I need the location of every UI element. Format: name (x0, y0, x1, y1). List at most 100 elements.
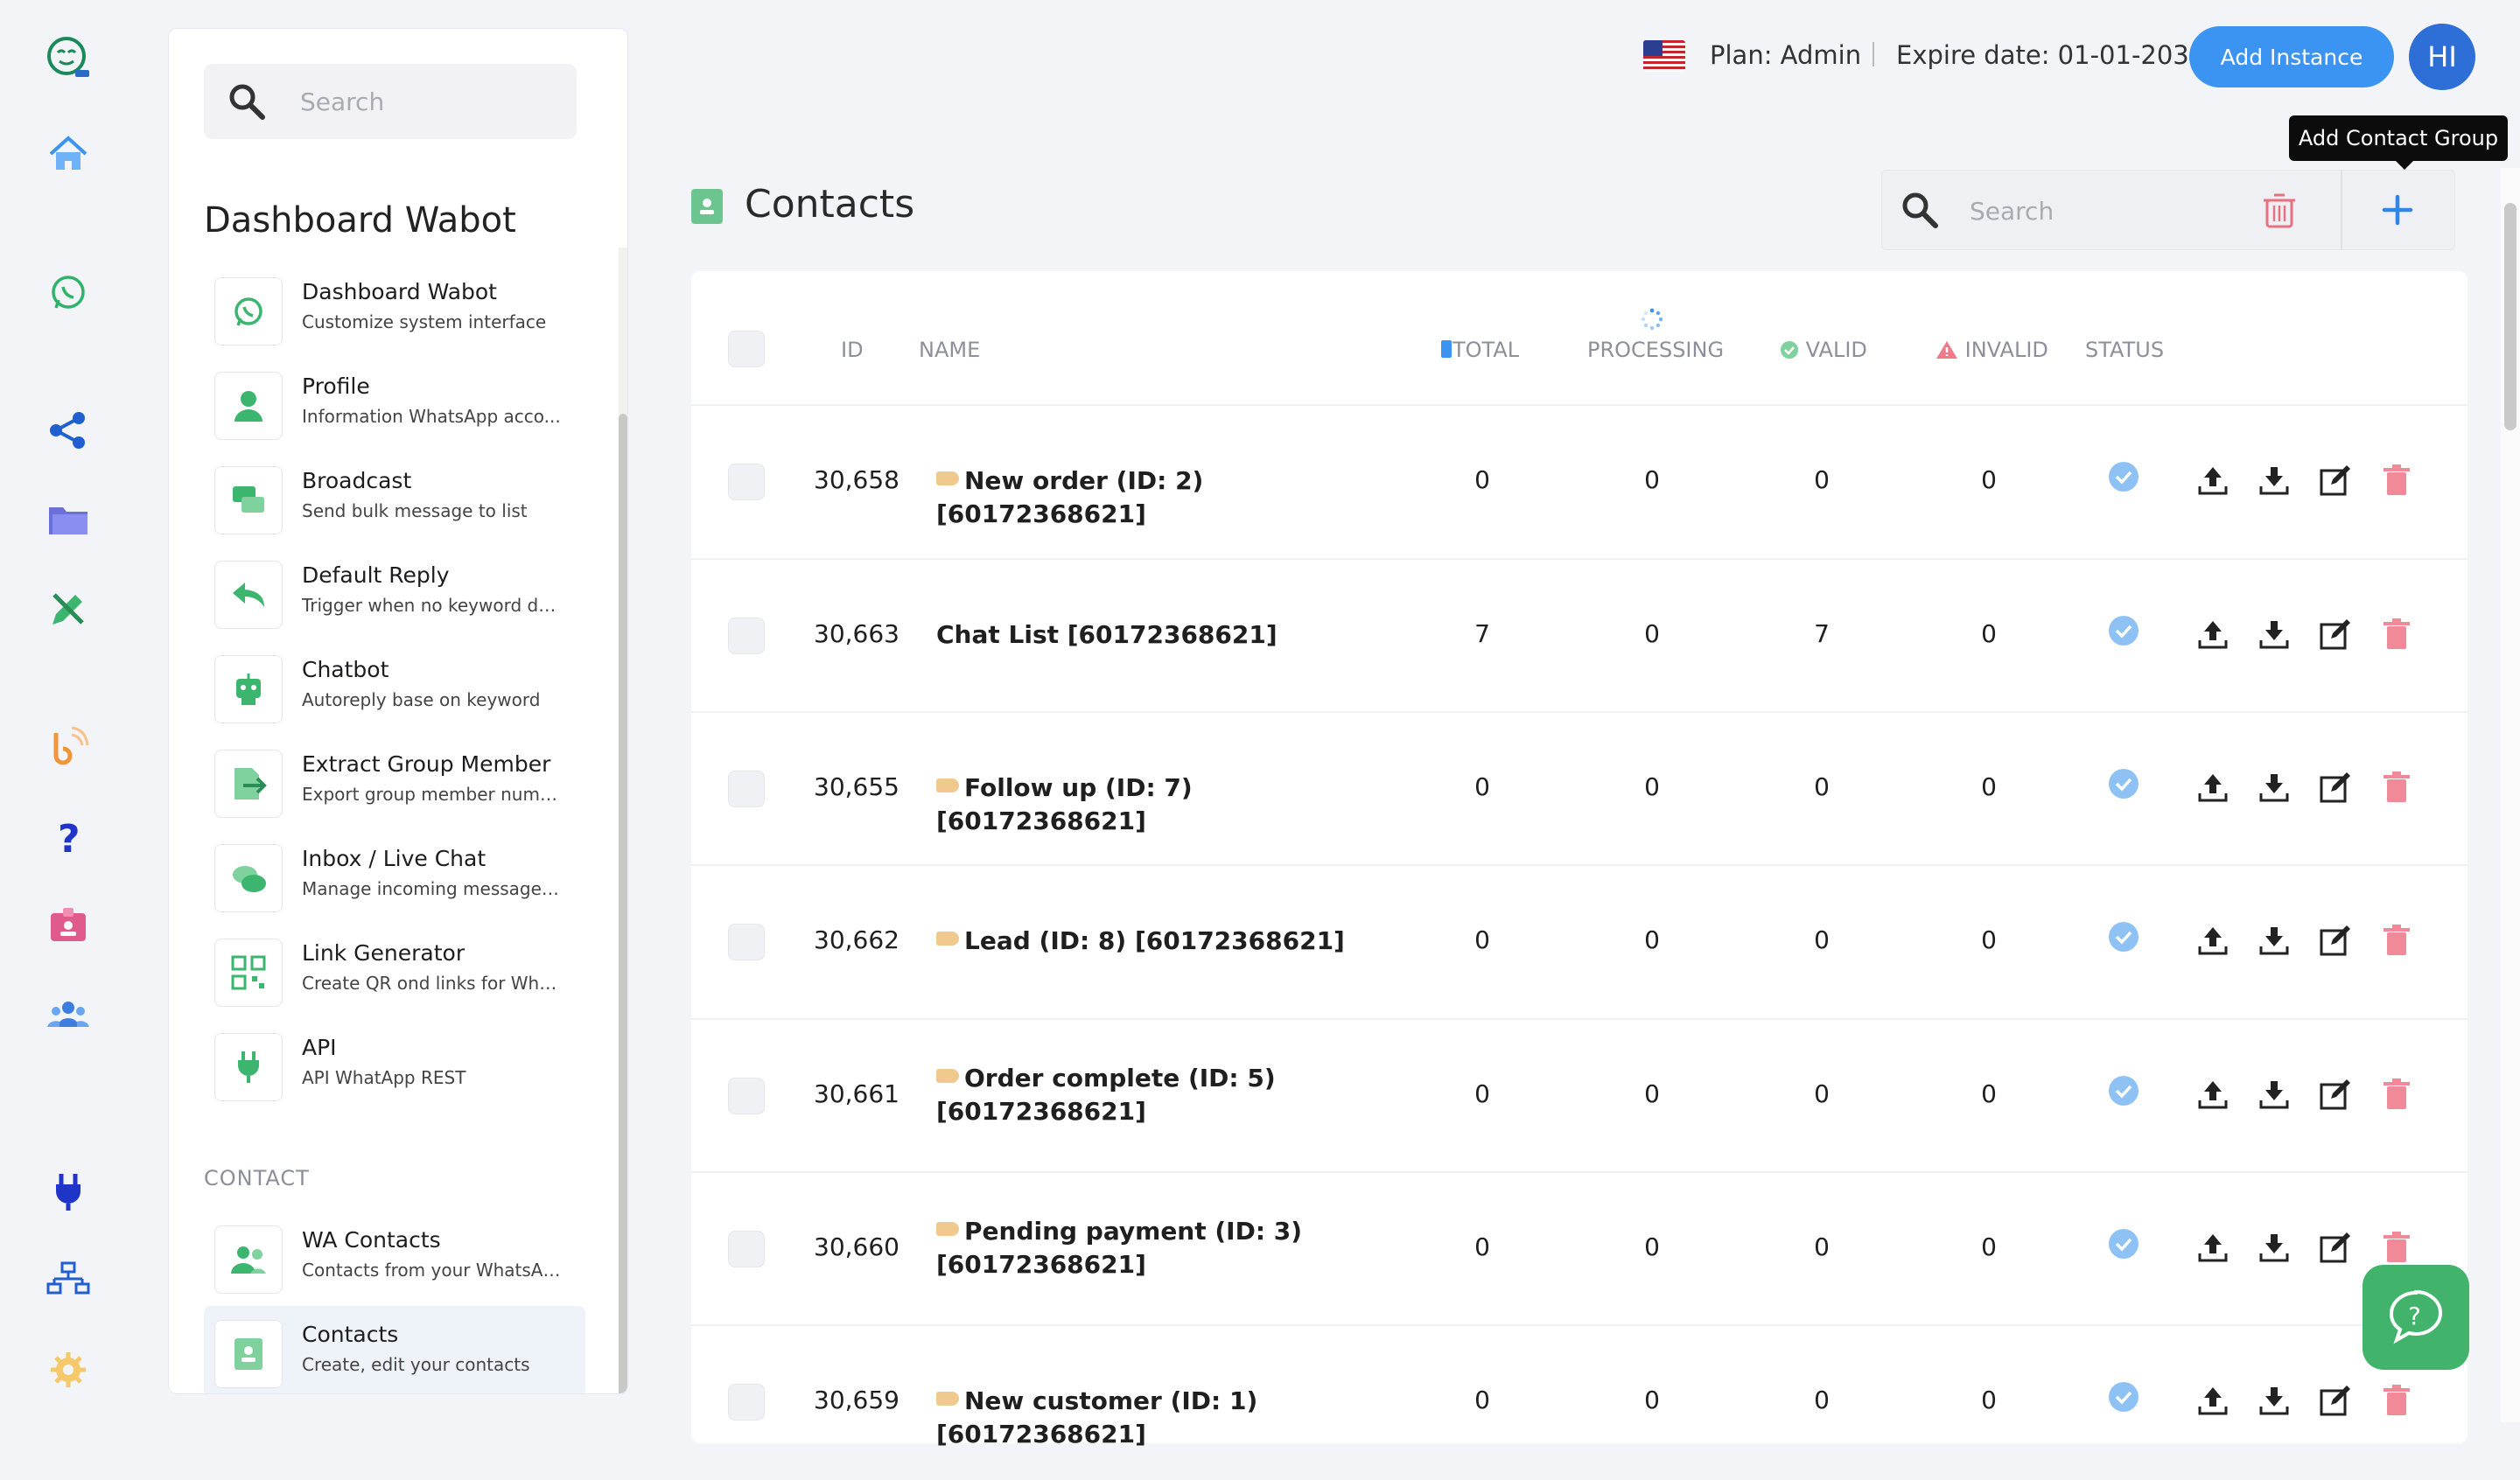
support-chat-button[interactable]: ? (2362, 1265, 2469, 1370)
rail-blogger[interactable] (38, 717, 98, 777)
trash-icon[interactable] (2262, 192, 2297, 230)
sidebar-search[interactable]: Search (204, 64, 577, 139)
row-checkbox[interactable] (728, 924, 765, 960)
delete-icon[interactable] (2380, 771, 2413, 804)
rail-whatsapp[interactable] (38, 262, 98, 322)
row-name[interactable]: Follow up (ID: 7) [60172368621] (936, 771, 1391, 838)
delete-icon[interactable] (2380, 1231, 2413, 1264)
download-icon[interactable] (2258, 771, 2291, 804)
header-id[interactable]: ID (841, 338, 864, 362)
edit-icon[interactable] (2319, 618, 2352, 651)
menu-item-wa-contacts[interactable]: WA Contacts Contacts from your WhatsAp..… (169, 1211, 592, 1302)
add-instance-button[interactable]: Add Instance (2189, 26, 2394, 87)
menu-item-subtitle: Contacts from your WhatsAp... (302, 1260, 564, 1281)
delete-icon[interactable] (2380, 618, 2413, 651)
plug-icon (238, 1051, 259, 1083)
page-scrollbar[interactable] (2501, 168, 2520, 1422)
rail-help[interactable]: ? (38, 806, 98, 866)
edit-icon[interactable] (2319, 924, 2352, 957)
upload-icon[interactable] (2196, 464, 2230, 497)
rail-home[interactable] (38, 124, 98, 184)
upload-icon[interactable] (2196, 618, 2230, 651)
menu-item-api[interactable]: API API WhatApp REST (169, 1019, 592, 1110)
header-name[interactable]: NAME (919, 338, 980, 362)
download-icon[interactable] (2258, 1078, 2291, 1111)
header-status[interactable]: STATUS (2085, 338, 2164, 362)
header-valid[interactable]: VALID (1780, 338, 1867, 362)
avatar[interactable]: HI (2409, 24, 2475, 90)
menu-item-subtitle: Manage incoming messages... (302, 878, 564, 899)
row-checkbox[interactable] (728, 618, 765, 654)
menu-item-dashboard[interactable]: Dashboard Wabot Customize system interfa… (169, 263, 592, 354)
rail-share[interactable] (38, 401, 98, 460)
delete-icon[interactable] (2380, 1384, 2413, 1417)
logo-icon (47, 37, 89, 77)
page-scroll-thumb[interactable] (2504, 203, 2516, 430)
rail-settings[interactable] (38, 1340, 98, 1400)
upload-icon[interactable] (2196, 1231, 2230, 1264)
download-icon[interactable] (2258, 1384, 2291, 1417)
panel-scrollbar[interactable] (619, 248, 627, 1393)
row-name[interactable]: Pending payment (ID: 3) [60172368621] (936, 1215, 1391, 1281)
row-checkbox[interactable] (728, 1078, 765, 1114)
row-name[interactable]: Chat List [60172368621] (936, 618, 1391, 652)
header-processing[interactable]: PROCESSING (1587, 338, 1724, 362)
download-icon[interactable] (2258, 618, 2291, 651)
menu-item-default-reply[interactable]: Default Reply Trigger when no keyword de… (169, 547, 592, 638)
share-nodes-icon (50, 412, 85, 449)
menu-icon-box (214, 466, 283, 534)
select-all-checkbox[interactable] (728, 331, 765, 367)
menu-item-extract-group[interactable]: Extract Group Member Export group member… (169, 736, 592, 827)
rail-plugin[interactable] (38, 1162, 98, 1221)
row-name[interactable]: Lead (ID: 8) [60172368621] (936, 925, 1391, 958)
upload-icon[interactable] (2196, 924, 2230, 957)
upload-icon[interactable] (2196, 1384, 2230, 1417)
row-id: 30,660 (814, 1232, 900, 1261)
edit-icon[interactable] (2319, 1078, 2352, 1111)
rail-folder[interactable] (38, 490, 98, 549)
download-icon[interactable] (2258, 464, 2291, 497)
delete-icon[interactable] (2380, 924, 2413, 957)
row-checkbox[interactable] (728, 464, 765, 500)
upload-icon[interactable] (2196, 771, 2230, 804)
whatsapp-icon (234, 297, 262, 326)
panel-title: Dashboard Wabot (204, 200, 516, 241)
row-name-line1: Lead (ID: 8) [60172368621] (964, 926, 1345, 955)
row-processing: 0 (1644, 1232, 1660, 1261)
download-icon[interactable] (2258, 924, 2291, 957)
delete-icon[interactable] (2380, 464, 2413, 497)
row-name[interactable]: New customer (ID: 1) [60172368621] (936, 1385, 1391, 1451)
us-flag-icon[interactable] (1643, 40, 1685, 72)
row-valid: 0 (1814, 465, 1830, 494)
rail-id-card[interactable] (38, 896, 98, 955)
upload-icon[interactable] (2196, 1078, 2230, 1111)
contacts-search-input[interactable]: Search (1970, 197, 2054, 226)
menu-item-contacts[interactable]: Contacts Create, edit your contacts (204, 1306, 585, 1393)
plus-icon[interactable] (2376, 188, 2419, 232)
edit-icon[interactable] (2319, 1384, 2352, 1417)
menu-item-broadcast[interactable]: Broadcast Send bulk message to list (169, 452, 592, 543)
edit-icon[interactable] (2319, 464, 2352, 497)
rail-network[interactable] (38, 1251, 98, 1310)
download-icon[interactable] (2258, 1231, 2291, 1264)
panel-scroll-thumb[interactable] (619, 414, 627, 1393)
header-total[interactable]: TOTAL (1440, 338, 1519, 362)
menu-item-chatbot[interactable]: Chatbot Autoreply base on keyword (169, 641, 592, 732)
menu-item-link-generator[interactable]: Link Generator Create QR ond links for W… (169, 925, 592, 1016)
rail-users[interactable] (38, 985, 98, 1044)
row-checkbox[interactable] (728, 1231, 765, 1267)
edit-icon[interactable] (2319, 771, 2352, 804)
delete-icon[interactable] (2380, 1078, 2413, 1111)
section-label-contact: CONTACT (204, 1166, 310, 1190)
row-name[interactable]: Order complete (ID: 5) [60172368621] (936, 1062, 1391, 1128)
row-checkbox[interactable] (728, 1384, 765, 1421)
row-checkbox[interactable] (728, 771, 765, 807)
header-invalid[interactable]: INVALID (1936, 338, 2048, 362)
row-name[interactable]: New order (ID: 2) [60172368621] (936, 464, 1391, 531)
menu-item-inbox[interactable]: Inbox / Live Chat Manage incoming messag… (169, 830, 592, 921)
menu-item-title: Contacts (302, 1322, 399, 1347)
menu-item-profile[interactable]: Profile Information WhatsApp acco... (169, 358, 592, 449)
edit-icon[interactable] (2319, 1231, 2352, 1264)
rail-editor[interactable] (38, 579, 98, 639)
app-logo[interactable] (38, 28, 98, 87)
